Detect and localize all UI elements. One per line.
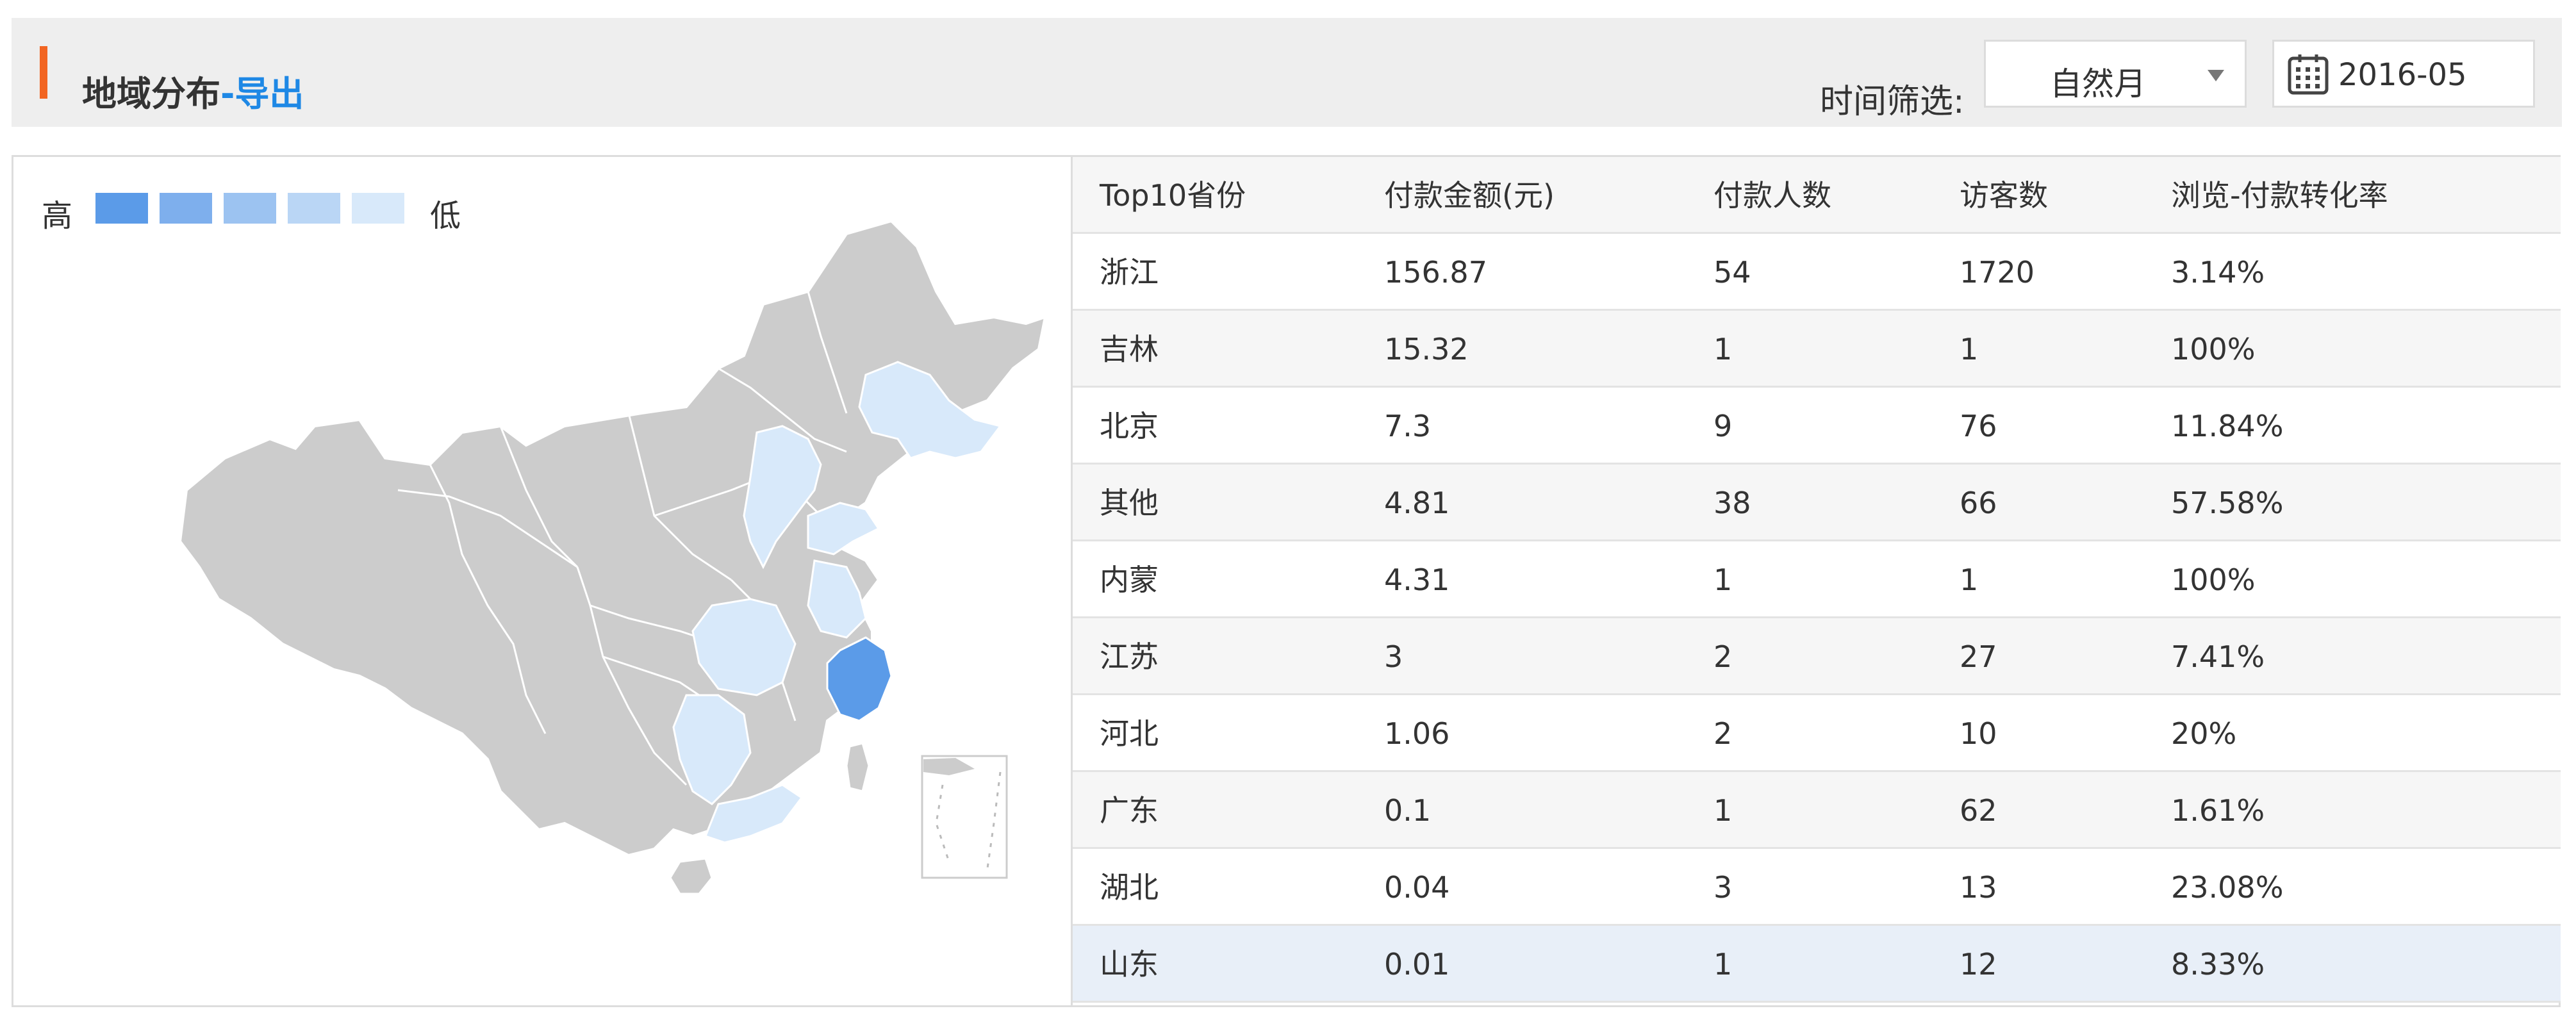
cell-visitors: 10 [1960, 716, 1997, 751]
date-picker[interactable]: 2016-05 [2272, 40, 2535, 108]
cell-amount: 4.81 [1384, 486, 1450, 520]
china-map[interactable] [13, 157, 1071, 1005]
map-region-hainan[interactable] [669, 857, 713, 895]
cell-amount: 1.06 [1384, 716, 1450, 751]
cell-visitors: 66 [1960, 486, 1997, 520]
cell-buyers: 9 [1713, 409, 1733, 443]
table-row[interactable]: 河北 1.06 2 10 20% [1073, 695, 2561, 772]
cell-province: 北京 [1100, 409, 1159, 443]
cell-buyers: 1 [1713, 793, 1733, 828]
cell-visitors: 62 [1960, 793, 1997, 828]
export-link[interactable]: -导出 [220, 74, 304, 114]
cell-amount: 0.01 [1384, 947, 1450, 982]
top10-table: Top10省份 付款金额(元) 付款人数 访客数 浏览-付款转化率 浙江 156.… [1071, 157, 2561, 1005]
cell-buyers: 2 [1713, 716, 1733, 751]
region-distribution-widget: 地域分布-导出 时间筛选: 自然月 2016-05 高 低 Top10省份 付款… [0, 0, 2576, 1020]
cell-conversion: 57.58% [2171, 486, 2284, 520]
cell-buyers: 1 [1713, 332, 1733, 366]
cell-province: 江苏 [1100, 639, 1159, 674]
cell-amount: 156.87 [1384, 255, 1487, 290]
chevron-down-icon [2208, 70, 2224, 81]
table-row[interactable]: 山东 0.01 1 12 8.33% [1073, 926, 2561, 1003]
period-select-value: 自然月 [2050, 65, 2146, 103]
column-header-buyers: 付款人数 [1713, 178, 1831, 213]
map-region-shandong[interactable] [807, 502, 880, 555]
cell-province: 吉林 [1100, 332, 1159, 366]
cell-province: 湖北 [1100, 870, 1159, 905]
main-panel: 高 低 Top10省份 付款金额(元) 付款人数 访客数 浏览-付款转化率 浙江… [12, 155, 2561, 1007]
time-filter-label: 时间筛选: [1820, 83, 1965, 121]
table-row[interactable]: 广东 0.1 1 62 1.61% [1073, 772, 2561, 849]
column-header-conversion: 浏览-付款转化率 [2171, 178, 2388, 213]
cell-conversion: 20% [2171, 716, 2237, 751]
period-select[interactable]: 自然月 [1984, 40, 2247, 108]
cell-amount: 4.31 [1384, 563, 1450, 597]
cell-visitors: 76 [1960, 409, 1997, 443]
south-china-sea-inset [921, 755, 1008, 879]
table-header-row: Top10省份 付款金额(元) 付款人数 访客数 浏览-付款转化率 [1073, 157, 2561, 234]
cell-province: 广东 [1100, 793, 1159, 828]
cell-buyers: 38 [1713, 486, 1751, 520]
cell-buyers: 1 [1713, 947, 1733, 982]
cell-buyers: 2 [1713, 639, 1733, 674]
column-header-amount: 付款金额(元) [1384, 178, 1555, 213]
date-value: 2016-05 [2338, 57, 2467, 93]
cell-conversion: 100% [2171, 563, 2256, 597]
cell-visitors: 12 [1960, 947, 1997, 982]
cell-visitors: 1720 [1960, 255, 2035, 290]
cell-amount: 3 [1384, 639, 1403, 674]
cell-visitors: 1 [1960, 563, 1979, 597]
title-text: 地域分布 [82, 74, 220, 114]
map-area: 高 低 [13, 157, 1071, 1005]
cell-buyers: 54 [1713, 255, 1751, 290]
cell-visitors: 27 [1960, 639, 1997, 674]
table-row[interactable]: 北京 7.3 9 76 11.84% [1073, 388, 2561, 465]
table-row[interactable]: 内蒙 4.31 1 1 100% [1073, 541, 2561, 618]
cell-amount: 15.32 [1384, 332, 1469, 366]
map-region-base[interactable] [178, 219, 1047, 857]
cell-conversion: 1.61% [2171, 793, 2265, 828]
title-accent-bar [40, 46, 47, 99]
cell-conversion: 7.41% [2171, 639, 2265, 674]
cell-province: 内蒙 [1100, 563, 1159, 597]
table-row[interactable]: 其他 4.81 38 66 57.58% [1073, 465, 2561, 541]
table-row[interactable]: 吉林 15.32 1 1 100% [1073, 311, 2561, 388]
cell-province: 浙江 [1100, 255, 1159, 290]
page-title: 地域分布-导出 [82, 65, 304, 116]
column-header-visitors: 访客数 [1960, 178, 2048, 213]
table-row[interactable]: 浙江 156.87 54 1720 3.14% [1073, 234, 2561, 311]
map-region-taiwan[interactable] [845, 742, 870, 793]
cell-amount: 0.1 [1384, 793, 1432, 828]
cell-province: 山东 [1100, 947, 1159, 982]
table-row[interactable]: 湖北 0.04 3 13 23.08% [1073, 849, 2561, 926]
cell-visitors: 1 [1960, 332, 1979, 366]
cell-buyers: 1 [1713, 563, 1733, 597]
cell-buyers: 3 [1713, 870, 1733, 905]
table-row[interactable]: 江苏 3 2 27 7.41% [1073, 618, 2561, 695]
header-bar: 地域分布-导出 时间筛选: 自然月 2016-05 [12, 18, 2562, 127]
cell-amount: 0.04 [1384, 870, 1450, 905]
cell-conversion: 3.14% [2171, 255, 2265, 290]
calendar-icon [2287, 53, 2329, 98]
cell-visitors: 13 [1960, 870, 1997, 905]
cell-conversion: 100% [2171, 332, 2256, 366]
cell-conversion: 8.33% [2171, 947, 2265, 982]
column-header-province: Top10省份 [1100, 178, 1246, 213]
cell-amount: 7.3 [1384, 409, 1432, 443]
cell-conversion: 23.08% [2171, 870, 2284, 905]
cell-province: 河北 [1100, 716, 1159, 751]
cell-province: 其他 [1100, 486, 1159, 520]
cell-conversion: 11.84% [2171, 409, 2284, 443]
